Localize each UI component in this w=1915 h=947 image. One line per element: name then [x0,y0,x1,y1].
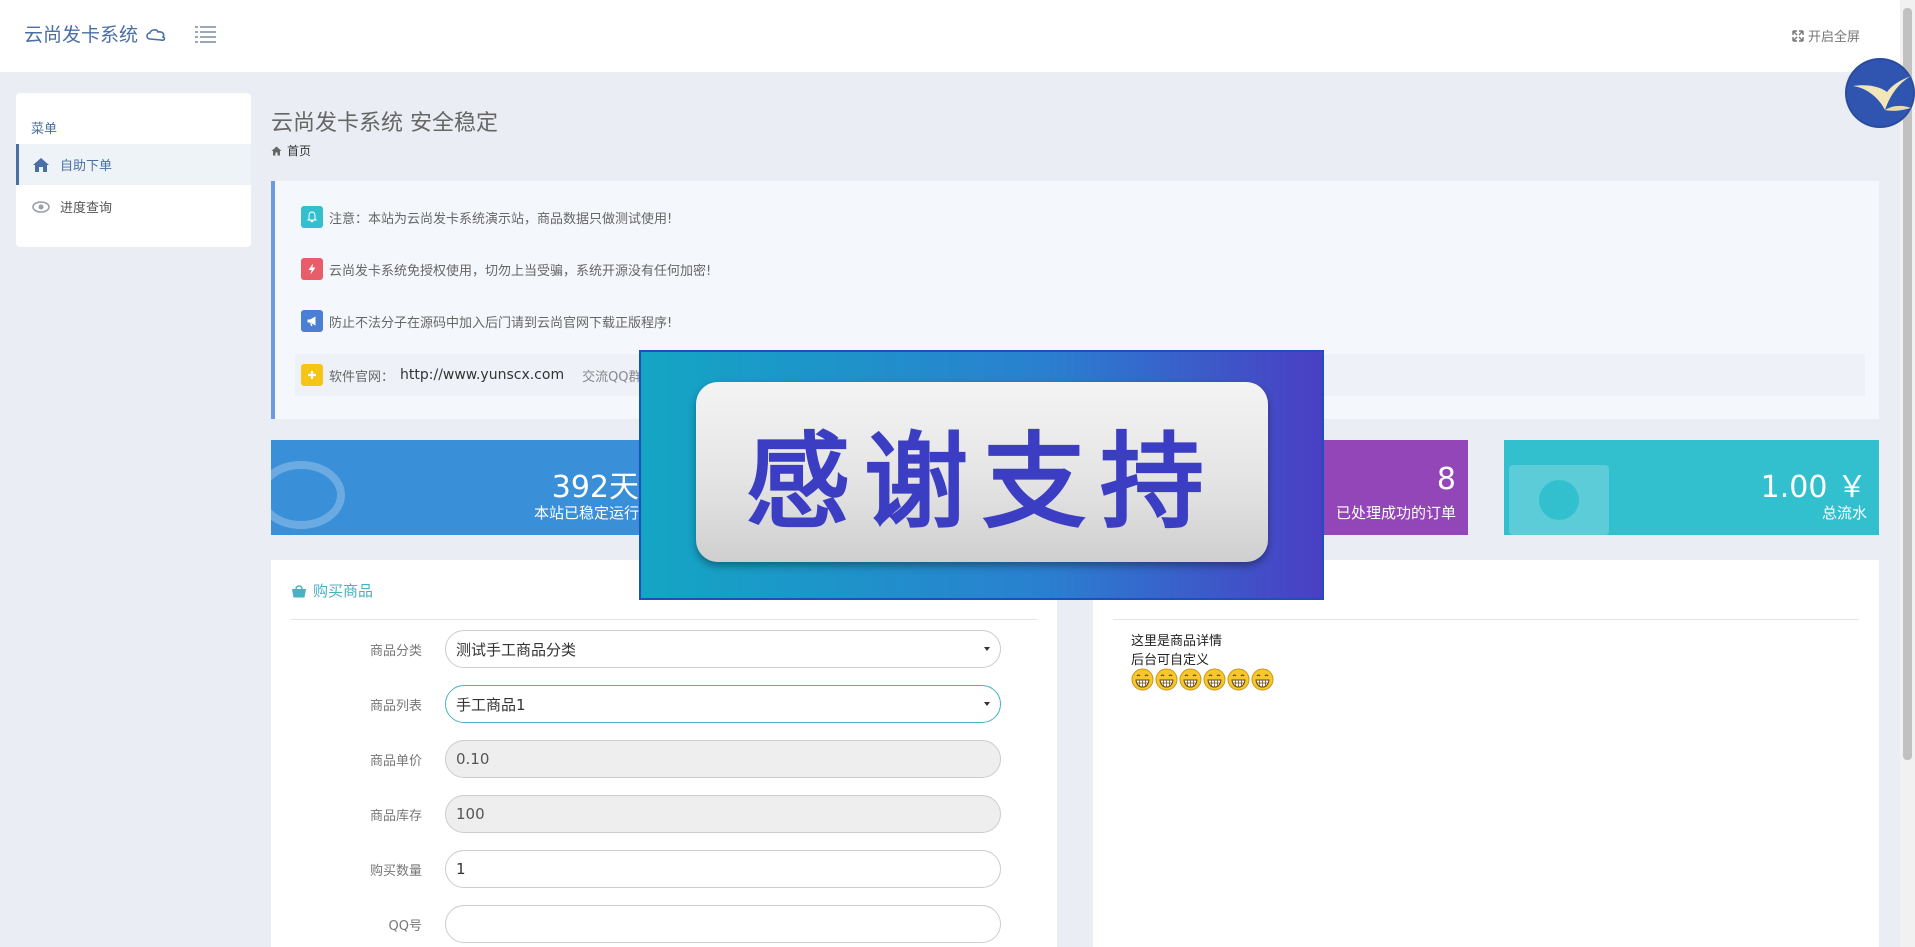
field-label: QQ号 [388,919,422,934]
plus-icon [301,364,323,386]
thanks-banner[interactable]: 感谢支持 [639,350,1324,600]
stat-card-orders: 8 已处理成功的订单 [1323,440,1468,535]
stat-value: 392天 [551,470,639,505]
stat-label: 总流水 [1821,504,1867,522]
bell-icon [301,206,323,228]
site-url-link[interactable]: http://www.yunscx.com [400,367,564,383]
breadcrumb-home: 首页 [287,144,312,158]
fullscreen-label: 开启全屏 [1807,30,1860,45]
qq-group-label: 交流QQ群 [582,369,642,385]
breadcrumb[interactable]: 首页 [271,142,311,159]
grin-emoji-icon [1227,668,1250,691]
form-row-category: 商品分类 测试手工商品分类 [271,630,1057,668]
caret-down-icon [984,702,990,706]
buy-panel: 购买商品 商品分类 测试手工商品分类 商品列表 手工商品1 商品单价 0.10 … [271,560,1057,947]
stat-card-uptime: 392天 本站已稳定运行 [271,440,651,535]
shopping-bag-icon [292,584,306,597]
divider [291,619,1037,620]
bird-avatar[interactable] [1845,58,1915,128]
price-field: 0.10 [445,740,1001,778]
brand-title: 云尚发卡系统 [24,24,139,46]
fullscreen-button[interactable]: 开启全屏 [1792,26,1860,45]
field-label: 商品库存 [369,809,422,824]
sidebar-item-label: 进度查询 [60,201,113,216]
product-detail-text: 这里是商品详情 后台可自定义 [1131,632,1222,670]
grin-emoji-icon [1155,668,1178,691]
notice-text: 云尚发卡系统免授权使用，切勿上当受骗，系统开源没有任何加密! [329,263,712,279]
eye-icon [32,200,50,213]
field-label: 商品单价 [369,754,422,769]
home-icon [33,157,49,172]
sidebar-title: 菜单 [31,122,58,137]
bird-icon [1847,60,1913,126]
expand-icon [1792,29,1804,42]
category-select[interactable]: 测试手工商品分类 [445,630,1001,668]
notice-text: 注意：本站为云尚发卡系统演示站，商品数据只做测试使用! [329,211,673,227]
buy-title-text: 购买商品 [313,582,374,600]
buy-panel-title: 购买商品 [291,580,373,601]
top-bar: 云尚发卡系统 开启全屏 [0,0,1900,72]
product-select-value: 手工商品1 [456,695,526,714]
form-row-stock: 商品库存 100 [271,795,1057,833]
form-row-quantity: 购买数量 1 [271,850,1057,888]
page-scrollbar[interactable] [1900,0,1915,947]
stat-value: 8 [1436,462,1456,497]
cloud-icon [146,28,166,41]
emoji-row [1131,668,1274,691]
field-label: 商品列表 [369,699,422,714]
stock-field: 100 [445,795,1001,833]
form-row-product: 商品列表 手工商品1 [271,685,1057,723]
notice-item: 云尚发卡系统免授权使用，切勿上当受骗，系统开源没有任何加密! [301,257,711,281]
category-select-value: 测试手工商品分类 [456,640,577,659]
divider [1113,619,1859,620]
qq-input[interactable] [445,905,1001,943]
field-label: 购买数量 [369,864,422,879]
brand[interactable]: 云尚发卡系统 [24,20,168,47]
notice-text: 软件官网： [329,369,395,385]
banner-text: 感谢支持 [745,419,1218,543]
stat-label: 已处理成功的订单 [1335,504,1456,522]
sidebar-item-query[interactable]: 进度查询 [16,186,251,227]
money-icon [1509,465,1609,535]
home-icon [271,146,282,155]
grin-emoji-icon [1131,668,1154,691]
megaphone-icon [301,310,323,332]
stat-label: 本站已稳定运行 [533,504,639,522]
notice-item: 防止不法分子在源码中加入后门请到云尚官网下载正版程序! [301,309,672,333]
notice-item: 注意：本站为云尚发卡系统演示站，商品数据只做测试使用! [301,205,672,229]
form-row-price: 商品单价 0.10 [271,740,1057,778]
lightning-icon [301,258,323,280]
notice-text: 防止不法分子在源码中加入后门请到云尚官网下载正版程序! [329,315,673,331]
caret-down-icon [984,647,990,651]
chat-bubble-icon [271,461,345,529]
menu-toggle-icon[interactable] [195,25,216,43]
scrollbar-thumb[interactable] [1903,8,1912,760]
page-title: 云尚发卡系统 安全稳定 [271,111,498,136]
product-select[interactable]: 手工商品1 [445,685,1001,723]
grin-emoji-icon [1203,668,1226,691]
sidebar-item-label: 自助下单 [60,159,113,174]
grin-emoji-icon [1179,668,1202,691]
stat-card-revenue: 1.00 ￥ 总流水 [1504,440,1879,535]
form-row-qq: QQ号 [271,905,1057,943]
stat-value: 1.00 ￥ [1760,470,1867,505]
quantity-input[interactable]: 1 [445,850,1001,888]
sidebar-item-order[interactable]: 自助下单 [16,144,251,185]
field-label: 商品分类 [369,644,422,659]
product-detail-panel: 这里是商品详情 后台可自定义 [1093,560,1879,947]
sidebar: 菜单 自助下单 进度查询 [16,93,251,247]
banner-plate: 感谢支持 [696,382,1268,562]
grin-emoji-icon [1251,668,1274,691]
detail-line: 这里是商品详情 [1131,634,1223,649]
